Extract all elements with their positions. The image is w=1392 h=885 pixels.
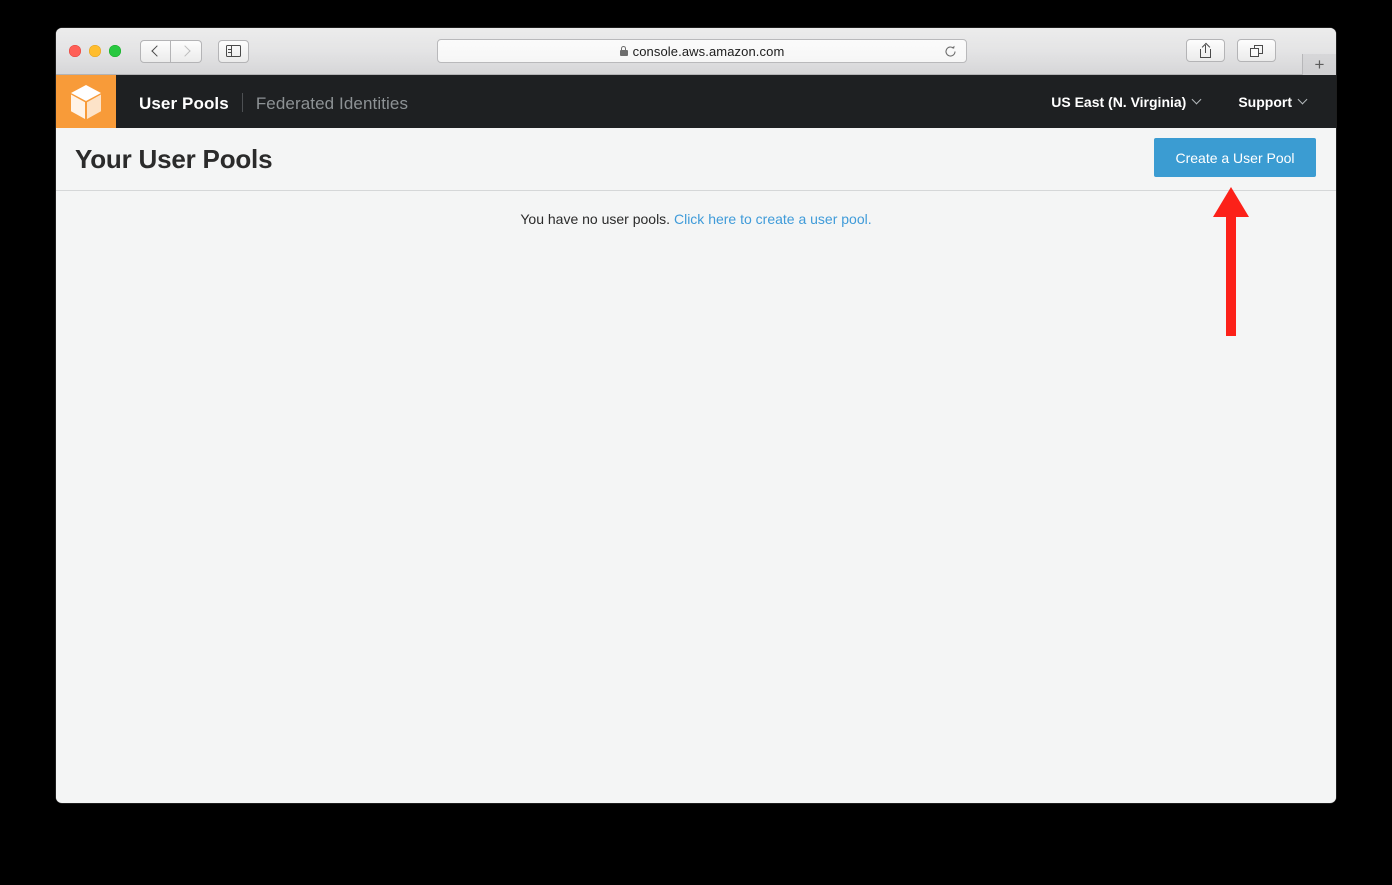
tabs-icon (1250, 44, 1263, 57)
navigation-buttons (140, 39, 202, 63)
window-controls (69, 45, 121, 57)
chevron-left-icon (150, 45, 163, 57)
toggle-sidebar-button[interactable] (218, 39, 249, 63)
toolbar-right-buttons (1186, 39, 1276, 62)
sidebar-icon (226, 45, 241, 57)
aws-service-nav: User Pools Federated Identities US East … (56, 75, 1336, 128)
share-button[interactable] (1186, 39, 1225, 62)
back-button[interactable] (140, 39, 171, 63)
address-bar-content: console.aws.amazon.com (619, 43, 785, 59)
nav-right-menus: US East (N. Virginia) Support (1051, 93, 1308, 110)
lock-icon (619, 46, 628, 56)
service-nav-links: User Pools Federated Identities (139, 90, 408, 114)
new-tab-button[interactable]: + (1302, 54, 1336, 75)
reload-button[interactable] (944, 45, 957, 58)
tab-overview-button[interactable] (1237, 39, 1276, 62)
page-title: Your User Pools (75, 143, 273, 174)
browser-window: console.aws.amazon.com + User Pools Fede… (56, 28, 1336, 803)
chevron-right-icon (179, 45, 191, 57)
support-menu[interactable]: Support (1238, 93, 1308, 110)
chevron-down-icon (1297, 94, 1308, 105)
browser-toolbar: console.aws.amazon.com + (56, 28, 1336, 75)
share-icon (1200, 42, 1211, 58)
address-bar[interactable]: console.aws.amazon.com (437, 39, 967, 63)
nav-divider (241, 92, 243, 112)
create-user-pool-link[interactable]: Click here to create a user pool. (674, 211, 872, 227)
chevron-down-icon (1191, 94, 1202, 105)
page-header: Your User Pools Create a User Pool (56, 128, 1336, 191)
zoom-window-button[interactable] (109, 45, 121, 57)
nav-link-federated-identities[interactable]: Federated Identities (256, 94, 408, 114)
screen: console.aws.amazon.com + User Pools Fede… (0, 0, 1392, 885)
cognito-cube-icon[interactable] (56, 75, 116, 128)
region-menu-label: US East (N. Virginia) (1051, 93, 1187, 110)
empty-state-message: You have no user pools. Click here to cr… (56, 211, 1336, 227)
forward-button[interactable] (171, 39, 202, 63)
support-menu-label: Support (1238, 93, 1292, 110)
page-content: You have no user pools. Click here to cr… (56, 191, 1336, 802)
minimize-window-button[interactable] (89, 45, 101, 57)
region-menu[interactable]: US East (N. Virginia) (1051, 93, 1202, 110)
empty-state-text: You have no user pools. (520, 211, 671, 227)
create-user-pool-button[interactable]: Create a User Pool (1154, 138, 1316, 177)
close-window-button[interactable] (69, 45, 81, 57)
nav-link-user-pools[interactable]: User Pools (139, 94, 229, 114)
address-bar-url: console.aws.amazon.com (632, 43, 785, 59)
